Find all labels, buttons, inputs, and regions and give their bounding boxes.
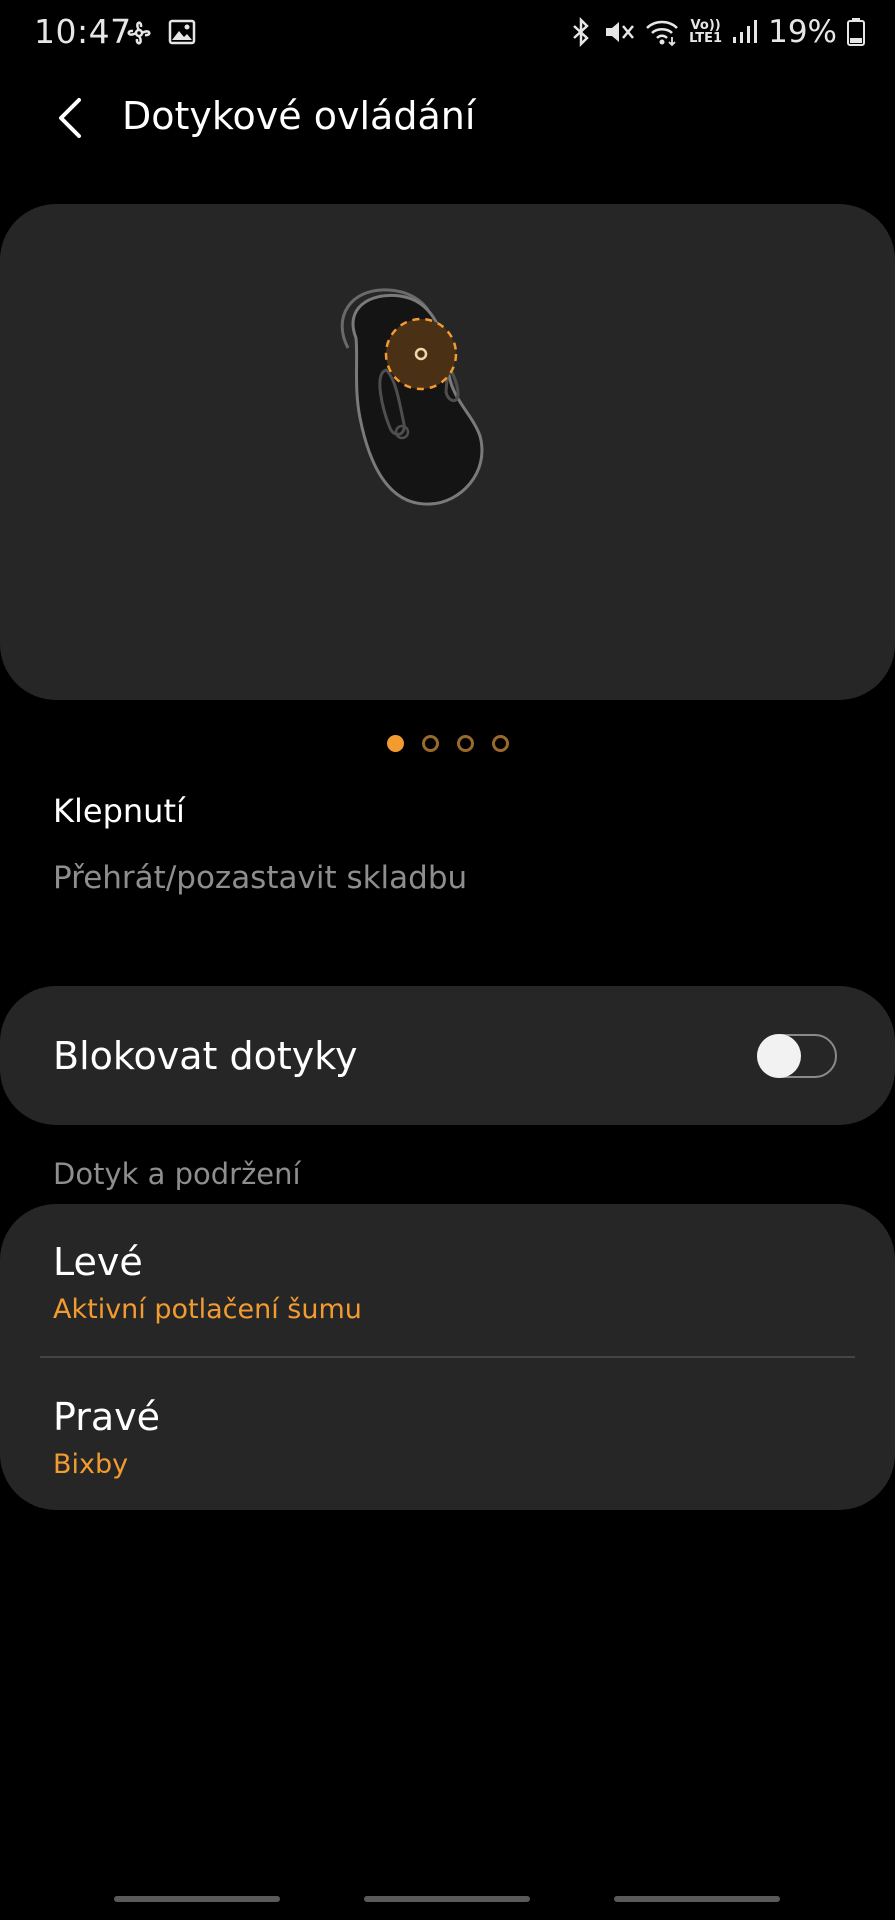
wifi-icon bbox=[645, 17, 679, 47]
block-touch-row[interactable]: Blokovat dotyky bbox=[0, 986, 895, 1125]
header: Dotykové ovládání bbox=[0, 88, 895, 148]
status-right-icons: Vo)) LTE1 19% bbox=[569, 14, 865, 50]
nav-back-handle[interactable] bbox=[614, 1896, 780, 1902]
signal-icon bbox=[732, 17, 758, 47]
block-touch-label: Blokovat dotyky bbox=[53, 1034, 358, 1078]
gesture-description: Přehrát/pozastavit skladbu bbox=[53, 860, 468, 896]
toggle-knob bbox=[757, 1034, 801, 1078]
battery-percent: 19% bbox=[768, 14, 837, 50]
hold-item-value: Bixby bbox=[53, 1449, 129, 1480]
navigation-bar bbox=[0, 1896, 895, 1906]
page-dot-3[interactable] bbox=[456, 735, 474, 752]
hold-item-title: Levé bbox=[53, 1240, 143, 1284]
fan-icon bbox=[124, 18, 154, 48]
chevron-left-icon bbox=[59, 98, 81, 138]
bluetooth-icon bbox=[569, 17, 593, 47]
page-dot-4[interactable] bbox=[491, 735, 509, 752]
gesture-title: Klepnutí bbox=[53, 792, 185, 830]
hold-settings-card: Levé Aktivní potlačení šumu Pravé Bixby bbox=[0, 1204, 895, 1510]
volte-bottom-text: LTE1 bbox=[689, 31, 723, 46]
mute-icon bbox=[603, 17, 635, 47]
hold-item-left[interactable]: Levé Aktivní potlačení šumu bbox=[0, 1204, 895, 1357]
back-button[interactable] bbox=[48, 92, 92, 144]
hold-item-right[interactable]: Pravé Bixby bbox=[0, 1357, 895, 1510]
status-time: 10:47 bbox=[34, 12, 132, 51]
status-left-icons bbox=[124, 18, 196, 48]
volte-icon: Vo)) LTE1 bbox=[689, 19, 722, 45]
battery-icon bbox=[847, 17, 865, 47]
illustration-card[interactable] bbox=[0, 204, 895, 700]
nav-home-handle[interactable] bbox=[364, 1896, 530, 1902]
page-title: Dotykové ovládání bbox=[122, 94, 476, 138]
page-dot-1[interactable] bbox=[386, 735, 404, 752]
section-heading: Dotyk a podržení bbox=[53, 1157, 301, 1191]
hold-item-title: Pravé bbox=[53, 1395, 161, 1439]
page-dot-2[interactable] bbox=[421, 735, 439, 752]
block-touch-toggle[interactable] bbox=[757, 1034, 837, 1078]
earbud-icon bbox=[340, 288, 484, 506]
status-bar: 10:47 Vo)) LTE1 19% bbox=[0, 0, 895, 66]
image-icon bbox=[168, 18, 196, 48]
hold-item-value: Aktivní potlačení šumu bbox=[53, 1294, 362, 1325]
nav-recents-handle[interactable] bbox=[114, 1896, 280, 1902]
page-indicators bbox=[0, 735, 895, 752]
